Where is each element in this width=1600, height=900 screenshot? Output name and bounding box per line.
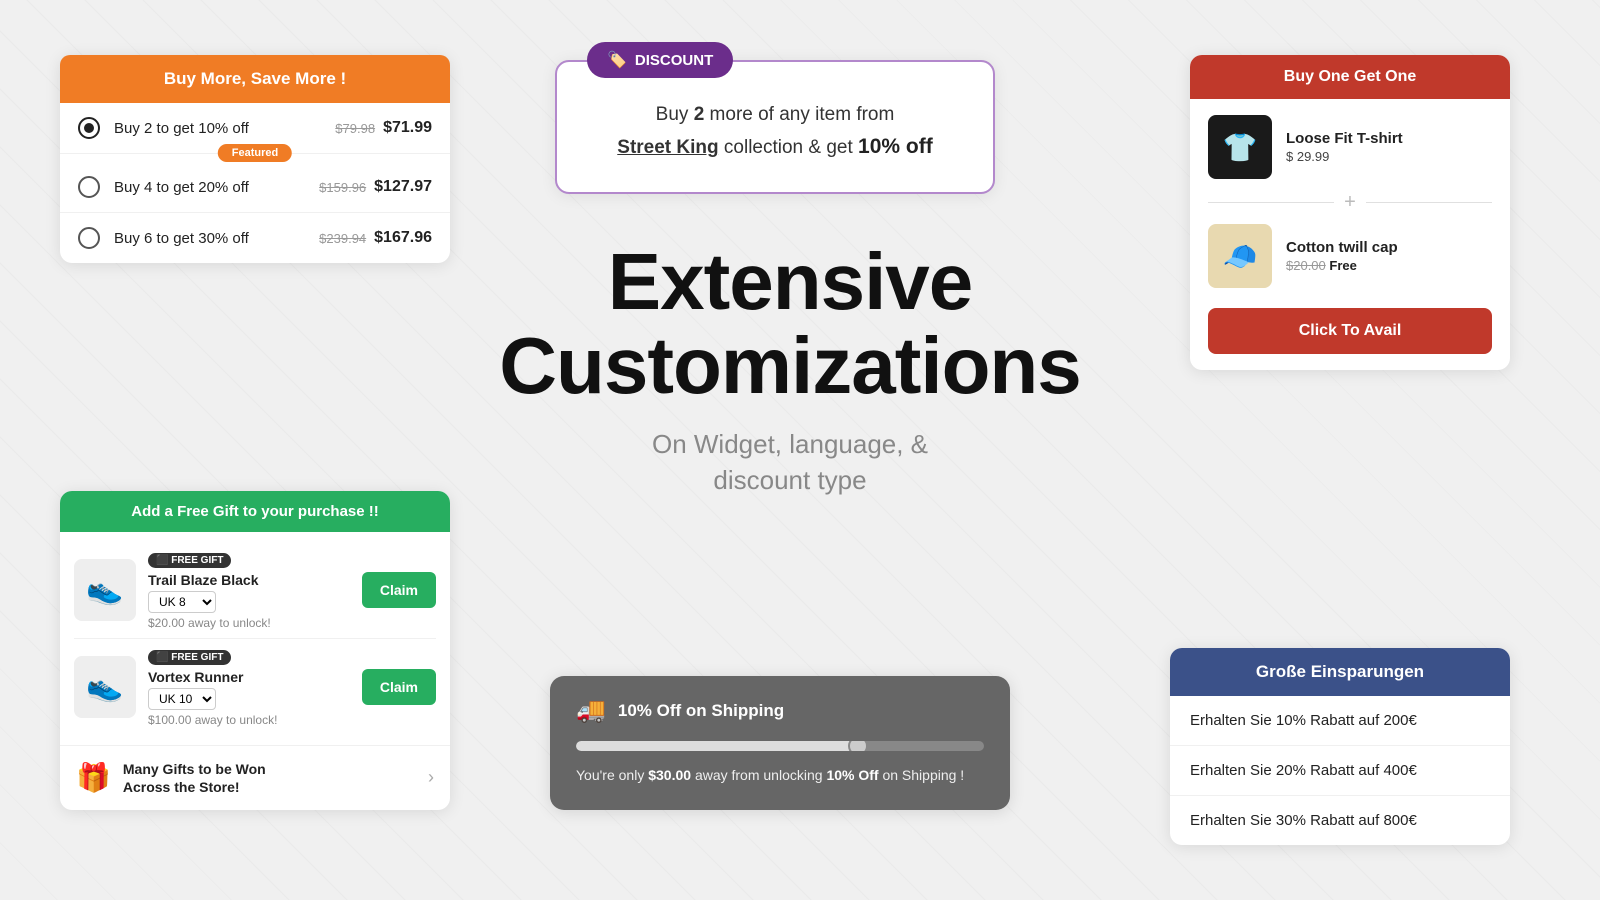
gift-item-2-info: ⬛ FREE GIFT Vortex Runner UK 10 UK 9 UK …	[148, 647, 350, 727]
discount-badge-label: DISCOUNT	[635, 52, 713, 69]
gift-item-2-size[interactable]: UK 10 UK 9 UK 11	[148, 688, 216, 710]
gift-item-1: 👟 ⬛ FREE GIFT Trail Blaze Black UK 8 UK …	[74, 542, 436, 639]
gift-box-icon: 🎁	[76, 761, 111, 794]
tier-1-orig: $79.98	[335, 121, 375, 136]
german-widget: Große Einsparungen Erhalten Sie 10% Raba…	[1170, 648, 1510, 845]
free-gift-badge-1: ⬛ FREE GIFT	[148, 553, 231, 568]
gift-item-1-info: ⬛ FREE GIFT Trail Blaze Black UK 8 UK 9 …	[148, 550, 350, 630]
shipping-desc-2: away from unlocking	[695, 767, 827, 783]
bogo-item-1-name: Loose Fit T-shirt	[1286, 130, 1403, 147]
progress-bar-container	[576, 741, 984, 751]
bogo-item-2-info: Cotton twill cap $20.00 Free	[1286, 239, 1398, 273]
shipping-widget: 🚚 10% Off on Shipping You're only $30.00…	[550, 676, 1010, 810]
main-heading: ExtensiveCustomizations	[400, 240, 1180, 408]
bogo-item-1-price: $ 29.99	[1286, 149, 1403, 164]
shoe-1-image: 👟	[74, 559, 136, 621]
tier-2-label: Buy 4 to get 20% off	[114, 179, 319, 196]
buy-tier-2[interactable]: Featured Buy 4 to get 20% off $159.96 $1…	[60, 154, 450, 213]
bogo-item-2-orig: $20.00	[1286, 258, 1326, 273]
bogo-item-2-price: $20.00 Free	[1286, 258, 1398, 273]
german-header: Große Einsparungen	[1170, 648, 1510, 696]
german-tier-3: Erhalten Sie 30% Rabatt auf 800€	[1170, 796, 1510, 845]
bogo-item-1-info: Loose Fit T-shirt $ 29.99	[1286, 130, 1403, 164]
buy-more-header: Buy More, Save More !	[60, 55, 450, 103]
bogo-item-2: 🧢 Cotton twill cap $20.00 Free	[1208, 224, 1492, 288]
gift-item-1-unlock: $20.00 away to unlock!	[148, 616, 350, 630]
claim-button-2[interactable]: Claim	[362, 669, 436, 705]
discount-text3: collection & get	[724, 137, 858, 158]
many-gifts-text: Many Gifts to be WonAcross the Store!	[123, 760, 416, 796]
discount-badge: 🏷️ DISCOUNT	[587, 42, 733, 78]
buy-tier-3[interactable]: Buy 6 to get 30% off $239.94 $167.96	[60, 213, 450, 263]
shipping-title: 10% Off on Shipping	[618, 701, 784, 721]
tag-icon: 🏷️	[607, 50, 627, 70]
free-gift-header: Add a Free Gift to your purchase !!	[60, 491, 450, 532]
claim-button-1[interactable]: Claim	[362, 572, 436, 608]
tier-3-label: Buy 6 to get 30% off	[114, 230, 319, 247]
tier-1-radio[interactable]	[78, 117, 100, 139]
gift-items-list: 👟 ⬛ FREE GIFT Trail Blaze Black UK 8 UK …	[60, 532, 450, 745]
chevron-right-icon: ›	[428, 767, 434, 788]
free-gift-widget: Add a Free Gift to your purchase !! 👟 ⬛ …	[60, 491, 450, 810]
plus-icon: +	[1344, 191, 1356, 214]
tier-2-orig: $159.96	[319, 180, 366, 195]
divider-line-right	[1366, 202, 1492, 203]
tier-2-radio[interactable]	[78, 176, 100, 198]
gift-item-2-unlock: $100.00 away to unlock!	[148, 713, 350, 727]
bogo-item-1: 👕 Loose Fit T-shirt $ 29.99	[1208, 115, 1492, 179]
tier-1-label: Buy 2 to get 10% off	[114, 120, 335, 137]
tier-2-disc: $127.97	[374, 178, 432, 196]
click-to-avail-button[interactable]: Click To Avail	[1208, 308, 1492, 354]
cap-image: 🧢	[1208, 224, 1272, 288]
bogo-widget: Buy One Get One 👕 Loose Fit T-shirt $ 29…	[1190, 55, 1510, 370]
divider-line-left	[1208, 202, 1334, 203]
sub-heading: On Widget, language, &discount type	[400, 426, 1180, 499]
shipping-description: You're only $30.00 away from unlocking 1…	[576, 765, 984, 786]
bogo-item-2-name: Cotton twill cap	[1286, 239, 1398, 256]
bogo-body: 👕 Loose Fit T-shirt $ 29.99 + 🧢 Cotton t…	[1190, 99, 1510, 370]
shipping-desc-1: You're only	[576, 767, 648, 783]
gift-item-2: 👟 ⬛ FREE GIFT Vortex Runner UK 10 UK 9 U…	[74, 639, 436, 735]
german-tier-2: Erhalten Sie 20% Rabatt auf 400€	[1170, 746, 1510, 796]
discount-text1: Buy 2 more of any item from	[656, 104, 895, 125]
tier-1-disc: $71.99	[383, 119, 432, 137]
german-tier-1: Erhalten Sie 10% Rabatt auf 200€	[1170, 696, 1510, 746]
center-heading: ExtensiveCustomizations On Widget, langu…	[400, 240, 1180, 499]
shoe-2-image: 👟	[74, 656, 136, 718]
progress-bar-fill	[576, 741, 862, 751]
discount-text: Buy 2 more of any item from Street King …	[593, 100, 957, 164]
shipping-highlight: 10% Off	[826, 767, 878, 783]
gift-item-2-name: Vortex Runner	[148, 669, 350, 685]
discount-brand: Street King	[617, 137, 718, 158]
buy-more-widget: Buy More, Save More ! Buy 2 to get 10% o…	[60, 55, 450, 263]
tier-3-orig: $239.94	[319, 231, 366, 246]
featured-badge: Featured	[218, 144, 292, 162]
tshirt-image: 👕	[1208, 115, 1272, 179]
free-gift-badge-2: ⬛ FREE GIFT	[148, 650, 231, 665]
bogo-divider: +	[1208, 191, 1492, 214]
tier-3-radio[interactable]	[78, 227, 100, 249]
truck-icon: 🚚	[576, 696, 606, 725]
discount-widget: 🏷️ DISCOUNT Buy 2 more of any item from …	[555, 60, 995, 194]
gift-item-1-size[interactable]: UK 8 UK 9 UK 10	[148, 591, 216, 613]
shipping-desc-3: on Shipping !	[882, 767, 964, 783]
shipping-header: 🚚 10% Off on Shipping	[576, 696, 984, 725]
many-gifts-row[interactable]: 🎁 Many Gifts to be WonAcross the Store! …	[60, 745, 450, 810]
bogo-header: Buy One Get One	[1190, 55, 1510, 99]
discount-highlight: 10% off	[858, 135, 933, 158]
gift-item-1-name: Trail Blaze Black	[148, 572, 350, 588]
shipping-amount: $30.00	[648, 767, 691, 783]
bogo-item-2-free: Free	[1329, 258, 1356, 273]
